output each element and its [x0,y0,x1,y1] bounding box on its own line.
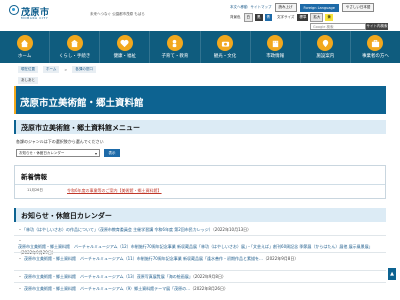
breadcrumb-departments[interactable]: 各課の窓口 [72,66,96,73]
bg-yellow-button[interactable]: 黄 [325,14,333,21]
nav-item-living[interactable]: くらし・手続き [50,31,101,63]
read-aloud-button[interactable]: 読み上げ [274,3,297,12]
list-item: ・茂原市立美術館・郷土資料館 バーチャルミュージアム（11）市制施行70周年記念… [18,256,299,261]
notice-link[interactable]: 茂原市立美術館・郷土資料館 バーチャルミュージアム（11）市制施行70周年記念事… [24,256,263,261]
notice-link[interactable]: 茂原市立美術館・郷土資料館 バーチャルミュージアム（9）郷土資料館テーマ展「茂原… [24,286,190,291]
notice-link[interactable]: 「林功（はやしいさお）の作品について」（茂原市教育委員会 主催学習講 令和6年度… [24,227,213,232]
breadcrumb: 現在位置 ホーム > 各課の窓口 [18,66,96,73]
sitemap-link[interactable]: サイトマップ [251,5,272,10]
building-icon [267,35,284,51]
news-heading: 新着情報 [21,173,47,181]
nav-item-childcare[interactable]: 子育て・教育 [150,31,201,63]
notice-date: （2022年8月26日） [190,286,228,291]
page-title: 茂原市立美術館・郷土資料館 [20,98,144,109]
divider [14,252,386,253]
notice-link[interactable]: 茂原市立美術館・郷土資料館 バーチャルミュージアム（12）市制施行70周年記念事… [18,244,373,249]
home-icon [16,35,33,51]
nav-label: 市政情報 [266,54,285,59]
heart-icon [116,35,133,51]
camera-icon [217,35,234,51]
list-item: ・「林功（はやしいさお）の作品について」（茂原市教育委員会 主催学習講 令和6年… [18,227,252,232]
nav-label: くらし・手続き [58,54,91,59]
display-settings: 背景色 白 黒 青 文字サイズ 標準 拡大 黄 [230,13,333,22]
child-icon [166,35,183,51]
nav-item-facilities[interactable]: 施設案内 [301,31,351,63]
menu-section-heading: 茂原市立美術館・郷土資料館メニュー [14,120,386,134]
footprint-link[interactable]: あしあと [18,77,38,84]
notice-date: （2022年10月13日） [212,227,252,232]
easy-japanese-button[interactable]: やさしい日本語 [341,3,375,12]
genre-instruction: 各課のジャンルは下の選択肢から選んでください [16,139,104,144]
bg-black-button[interactable]: 黒 [255,14,263,21]
news-link[interactable]: 令和6年度の事業等のご案内【美術館・郷土資料館】 [67,188,162,194]
nav-item-tourism[interactable]: 観光・文化 [201,31,251,63]
site-search: Google 検索 サイト内検索 [310,23,388,30]
bg-white-button[interactable]: 白 [243,13,253,22]
site-header: 茂原市 MOBARA CITY 未来へつなぐ 公園都市茂原 もばら 本文へ移動 … [0,0,400,31]
breadcrumb-current-label: 現在位置 [18,66,38,73]
divider [14,270,386,271]
breadcrumb-separator: > [64,67,68,72]
utility-links: 本文へ移動 サイトマップ 読み上げ Foreign Language やさしい日… [230,3,375,12]
news-date: 11月26日 [27,188,43,192]
breadcrumb-home[interactable]: ホーム [43,66,60,73]
divider [15,184,385,185]
notice-date: （2022年9月29日） [18,250,56,255]
site-logo[interactable]: 茂原市 MOBARA CITY [9,3,49,25]
nav-item-cityinfo[interactable]: 市政情報 [251,31,301,63]
divider [14,235,386,236]
page-top-button[interactable]: ▲ [388,268,396,280]
news-box: 新着情報 11月26日 令和6年度の事業等のご案内【美術館・郷土資料館】 [14,165,386,199]
genre-select[interactable]: お知らせ・休館日カレンダー [16,149,100,157]
notices-section-heading: お知らせ・休館日カレンダー [14,208,386,222]
list-item: ・茂原市立美術館・郷土資料館 バーチャルミュージアム（12）市制施行70周年記念… [18,238,373,255]
list-item: ・茂原市立美術館・郷土資料館 バーチャルミュージアム（13）茂原写真展覧展「海の… [18,274,226,279]
notice-link[interactable]: 茂原市立美術館・郷土資料館 バーチャルミュージアム（13）茂原写真展覧展「海の絵… [24,274,193,279]
search-button[interactable]: サイト内検索 [366,23,388,30]
divider [14,282,386,283]
nav-item-business[interactable]: 事業者の方へ [351,31,400,63]
logo-subtitle: MOBARA CITY [21,16,49,20]
catch-phrase: 未来へつなぐ 公園都市茂原 もばら [90,12,145,16]
notice-date: （2022年9月8日） [263,256,299,261]
bg-blue-button[interactable]: 青 [264,14,272,21]
nav-label: 事業者の方へ [361,54,389,59]
font-large-button[interactable]: 拡大 [310,13,324,22]
map-icon [317,35,334,51]
nav-label: 観光・文化 [213,54,237,59]
foreign-language-button[interactable]: Foreign Language [299,3,339,12]
nav-label: 健康・福祉 [113,54,137,59]
display-button[interactable]: 表示 [104,149,120,157]
nav-label: ホーム [17,54,32,59]
bgcolor-label: 背景色 [230,15,241,19]
briefcase-icon [367,35,384,51]
skip-to-content-link[interactable]: 本文へ移動 [230,5,248,10]
fontsize-label: 文字サイズ [277,15,295,19]
global-nav: ホーム くらし・手続き 健康・福祉 子育て・教育 観光・文化 市政情報 施設案内… [0,31,400,63]
city-emblem-icon [9,5,19,15]
list-item: ・茂原市立美術館・郷土資料館 バーチャルミュージアム（9）郷土資料館テーマ展「茂… [18,286,228,291]
notices-section-title: お知らせ・休館日カレンダー [21,212,112,220]
nav-label: 施設案内 [316,54,335,59]
nav-item-health[interactable]: 健康・福祉 [100,31,151,63]
font-standard-button[interactable]: 標準 [297,14,309,21]
nav-label: 子育て・教育 [161,54,189,59]
search-input[interactable]: Google 検索 [310,23,366,30]
nav-item-home[interactable]: ホーム [0,31,51,63]
menu-section-title: 茂原市立美術館・郷土資料館メニュー [21,124,140,132]
notice-date: （2022年9月8日） [192,274,226,279]
house-icon [66,35,83,51]
page-title-banner: 茂原市立美術館・郷土資料館 [14,86,386,114]
